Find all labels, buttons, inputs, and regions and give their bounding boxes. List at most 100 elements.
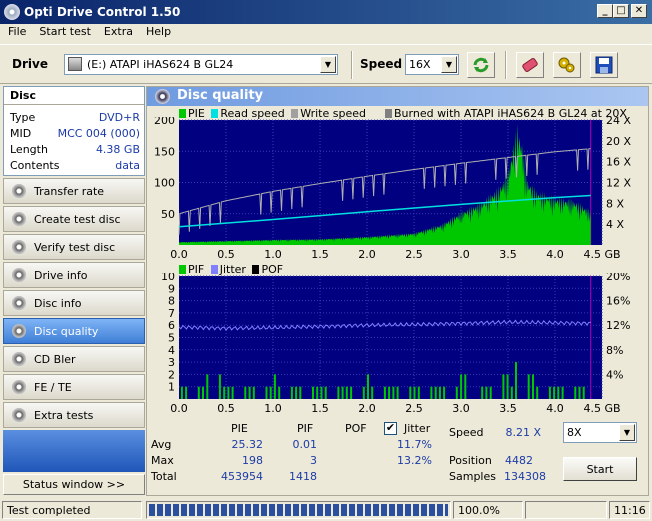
pif-bar (367, 374, 369, 399)
row-total: Total (151, 470, 177, 483)
nav-label: Disc info (34, 297, 82, 310)
pif-bar (218, 374, 221, 399)
y-tick-left: 100 (154, 177, 175, 190)
disc-icon (12, 296, 26, 310)
y-tick-left: 8 (168, 295, 175, 308)
pif-bar (388, 386, 391, 399)
disc-icon (12, 408, 26, 422)
disc-icon (12, 268, 26, 282)
status-text: Test completed (2, 501, 142, 519)
pif-bar (506, 374, 509, 399)
nav-create-test-disc[interactable]: Create test disc (3, 206, 145, 232)
refresh-icon (473, 57, 489, 73)
minimize-button[interactable]: _ (597, 4, 613, 18)
x-tick: 1.0 (264, 248, 282, 261)
pif-bar (202, 386, 204, 399)
pif-bar (438, 386, 441, 399)
panel-title: Disc quality (177, 88, 264, 103)
col-jitter: Jitter (404, 422, 431, 435)
col-pof: POF (345, 422, 367, 435)
nav-disc-info[interactable]: Disc info (3, 290, 145, 316)
menu-start-test[interactable]: Start test (31, 24, 96, 38)
pif-bar (489, 386, 492, 399)
title-bar: Opti Drive Control 1.50 _ □ ✕ (0, 0, 652, 24)
nav-disc-quality[interactable]: Disc quality (3, 318, 145, 344)
y-tick-left: 150 (154, 145, 175, 158)
pif-bar (223, 386, 226, 399)
y-tick-right: 12% (606, 319, 630, 332)
pif-bar (244, 386, 247, 399)
pie-chart: 200 150 100 50 24 X 20 X 16 X 12 X 8 X 4 X 0.0 0.5 1… (154, 117, 631, 261)
refresh-button[interactable] (467, 52, 495, 78)
disc-icon (12, 324, 26, 338)
disc-length-label: Length (10, 143, 48, 156)
nav-label: Disc quality (34, 325, 99, 338)
pif-bar (265, 386, 268, 399)
drive-icon (68, 57, 82, 71)
nav-drive-info[interactable]: Drive info (3, 262, 145, 288)
pif-bar (206, 374, 209, 399)
app-disc-icon (4, 4, 20, 20)
save-button[interactable] (590, 52, 618, 78)
test-speed-select[interactable]: 8X ▼ (563, 422, 637, 443)
pif-bar (455, 386, 458, 399)
config-button[interactable] (553, 52, 581, 78)
nav-extra-tests[interactable]: Extra tests (3, 402, 145, 428)
pif-bar (510, 386, 513, 399)
gears-icon (558, 57, 575, 73)
y-tick-left: 7 (168, 307, 175, 320)
pif-bar (460, 374, 463, 399)
pif-bar (527, 374, 530, 399)
row-max: Max (151, 454, 174, 467)
pif-bar (383, 386, 386, 399)
erase-button[interactable] (516, 52, 544, 78)
drive-select[interactable]: (E:) ATAPI iHAS624 B GL24 ▼ (64, 54, 338, 75)
pif-bar (557, 386, 560, 399)
menu-bar: File Start test Extra Help (0, 24, 652, 42)
nav-fe-te[interactable]: FE / TE (3, 374, 145, 400)
max-pie: 198 (242, 454, 263, 467)
menu-extra[interactable]: Extra (96, 24, 138, 38)
menu-help[interactable]: Help (138, 24, 176, 38)
x-tick: 0.5 (217, 402, 235, 415)
speed-label: Speed (360, 57, 403, 71)
nav-label: Verify test disc (34, 241, 116, 254)
x-tick: 4.5 GB (583, 402, 620, 415)
y-tick-left: 1 (168, 381, 175, 394)
col-pif: PIF (297, 422, 314, 435)
pif-bar (197, 386, 200, 399)
status-spacer (525, 501, 607, 519)
jitter-checkbox[interactable]: ✔ (384, 422, 397, 435)
pif-bar (443, 386, 446, 399)
pif-bar (269, 386, 272, 399)
x-tick: 1.0 (264, 402, 282, 415)
nav-transfer-rate[interactable]: Transfer rate (3, 178, 145, 204)
status-bar: Test completed 100.0% 11:16 (0, 499, 652, 521)
nav-label: Extra tests (34, 409, 94, 422)
x-tick: 1.5 (311, 402, 329, 415)
disc-icon (12, 240, 26, 254)
nav-cd-bler[interactable]: CD Bler (3, 346, 145, 372)
disc-contents-value: data (115, 159, 140, 172)
close-button[interactable]: ✕ (631, 4, 647, 18)
start-button[interactable]: Start (563, 457, 637, 481)
status-window-button[interactable]: Status window >> (3, 474, 145, 495)
disc-icon (12, 380, 26, 394)
nav-verify-test-disc[interactable]: Verify test disc (3, 234, 145, 260)
x-tick: 0.0 (170, 402, 188, 415)
menu-file[interactable]: File (0, 24, 31, 38)
window-title: Opti Drive Control 1.50 (24, 5, 181, 19)
speed-select-value: 16X (409, 58, 431, 71)
row-avg: Avg (151, 438, 172, 451)
pif-bar (227, 386, 230, 399)
y-tick-left: 50 (161, 208, 175, 221)
pif-bar (371, 386, 374, 399)
y-tick-left: 200 (154, 117, 175, 127)
nav-label: Drive info (34, 269, 88, 282)
x-tick: 4.5 GB (583, 248, 620, 261)
nav-spacer (3, 430, 145, 472)
maximize-button[interactable]: □ (613, 4, 629, 18)
speed-select[interactable]: 16X ▼ (405, 54, 459, 75)
avg-pif: 0.01 (292, 438, 318, 451)
y-tick-left: 4 (168, 344, 175, 357)
